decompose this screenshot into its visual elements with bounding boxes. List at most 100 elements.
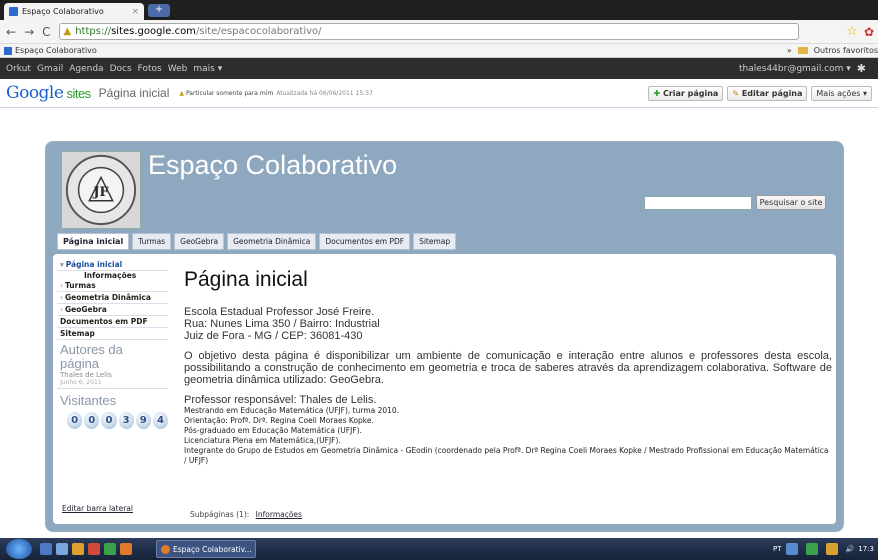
nav-tab-home[interactable]: Página inicial (57, 233, 130, 250)
counter-digit: 3 (118, 412, 134, 429)
main-content: Página inicial Escola Estadual Professor… (184, 268, 832, 466)
close-tab-icon[interactable]: × (131, 7, 139, 17)
nav-tab-sitemap[interactable]: Sitemap (413, 233, 457, 250)
gbar-link-docs[interactable]: Docs (110, 64, 132, 74)
browser-tabstrip: Espaço Colaborativo × + (0, 0, 878, 20)
nav-tab-geometria[interactable]: Geometria Dinâmica (227, 233, 317, 250)
clock[interactable]: 17:3 (858, 545, 874, 553)
site-title[interactable]: Espaço Colaborativo (148, 150, 397, 181)
system-tray: PT 🔊 17:3 (773, 543, 878, 555)
nav-tab-geogebra[interactable]: GeoGebra (174, 233, 225, 250)
address-line: Juiz de Fora - MG / CEP: 36081-430 (184, 330, 363, 342)
site-search-button[interactable]: Pesquisar o site (756, 195, 826, 210)
folder-icon (797, 47, 808, 54)
bookmark-star-icon[interactable]: ☆ (846, 24, 858, 39)
bookmarks-overflow-icon[interactable]: » (787, 46, 792, 55)
reload-icon[interactable]: C (42, 25, 50, 39)
nav-tab-documentos[interactable]: Documentos em PDF (319, 233, 411, 250)
divider (57, 388, 168, 389)
chrome-icon (161, 544, 170, 554)
chevron-right-icon: › (60, 281, 63, 290)
visitor-counter: 0 0 0 3 9 4 (57, 408, 169, 429)
gbar-link-gmail[interactable]: Gmail (37, 64, 63, 74)
counter-digit: 9 (135, 412, 151, 429)
taskbar-task-browser[interactable]: Espaço Colaborativ... (156, 540, 256, 558)
responsible-line: Professor responsável: Thales de Lelis. (184, 394, 377, 406)
sidebar: ▾ Página inicial Informações › Turmas › Geo… (57, 259, 169, 521)
subpage-link[interactable]: Informações (256, 510, 302, 519)
site-nav: Página inicial Turmas GeoGebra Geometria… (57, 233, 457, 250)
counter-digit: 4 (152, 412, 169, 429)
pencil-icon: ✎ (732, 88, 740, 98)
url-path: /site/espacocolaborativo/ (195, 26, 322, 37)
url-prefix: https:// (75, 26, 112, 37)
language-indicator[interactable]: PT (773, 545, 782, 553)
credential-line: Licenciatura Plena em Matemática,(UFJF). (184, 436, 341, 445)
address-bar[interactable]: ▲ https:// sites.google.com /site/espaco… (58, 23, 799, 40)
sidebar-item-turmas[interactable]: › Turmas (57, 280, 168, 292)
bookmark-item[interactable]: Espaço Colaborativo (15, 46, 97, 55)
chevron-right-icon: › (60, 293, 63, 302)
other-bookmarks[interactable]: Outros favoritos (814, 46, 878, 55)
credential-line: Pós-graduado em Educação Matemática (UFJ… (184, 426, 362, 435)
back-icon[interactable]: ← (6, 25, 16, 39)
sidebar-item-informacoes[interactable]: Informações (57, 271, 168, 280)
subpages-label: Subpáginas (1): (190, 510, 250, 519)
school-logo[interactable]: JF (61, 151, 141, 229)
sidebar-item-geometria[interactable]: › Geometria Dinâmica (57, 292, 168, 304)
author-name[interactable]: Thales de Lelis (57, 371, 168, 379)
volume-icon[interactable]: 🔊 (846, 545, 855, 553)
sidebar-item-home[interactable]: ▾ Página inicial (57, 259, 168, 271)
gbar-link-agenda[interactable]: Agenda (69, 64, 103, 74)
forward-icon[interactable]: → (24, 25, 34, 39)
authors-heading: Autores da página (60, 342, 123, 371)
privacy-status[interactable]: ▲ Particular somente para mim (179, 90, 273, 97)
create-page-button[interactable]: ✚ Criar página (648, 85, 724, 101)
more-actions-button[interactable]: Mais ações ▾ (811, 85, 872, 101)
desktop-icon[interactable] (40, 543, 52, 555)
google-sites-logo[interactable]: Google sites (6, 83, 91, 103)
gbar-link-web[interactable]: Web (168, 64, 188, 74)
sidebar-item-geogebra[interactable]: › GeoGebra (57, 304, 168, 316)
edit-page-button[interactable]: ✎ Editar página (727, 85, 808, 101)
tray-icon[interactable] (785, 543, 798, 555)
credential-line: Orientação: Profª. Drª. Regina Coeli Mor… (184, 416, 374, 425)
tab-title: Espaço Colaborativo (22, 7, 104, 16)
lock-icon: ▲ (63, 26, 72, 37)
tray-icon[interactable] (805, 543, 818, 555)
windows-taskbar: Espaço Colaborativ... PT 🔊 17:3 (0, 538, 878, 560)
nav-tab-turmas[interactable]: Turmas (132, 233, 172, 250)
address-line: Rua: Nunes Lima 350 / Bairro: Industrial (184, 318, 380, 330)
chrome-icon[interactable] (120, 543, 132, 555)
tray-icon[interactable] (825, 543, 838, 555)
visitors-heading: Visitantes (60, 393, 117, 408)
extension-icon[interactable]: ✿ (864, 25, 874, 39)
user-account[interactable]: thales44br@gmail.com ▾ (739, 64, 851, 74)
plus-icon: ✚ (653, 88, 661, 98)
chevron-down-icon: ▾ (60, 260, 64, 269)
counter-digit: 0 (67, 412, 83, 429)
objective-paragraph: O objetivo desta página é disponibilizar… (184, 350, 832, 386)
explorer-icon[interactable] (56, 543, 68, 555)
gear-icon[interactable]: ✱ (857, 62, 866, 75)
url-host: sites.google.com (111, 26, 196, 37)
sidebar-item-sitemap[interactable]: Sitemap (57, 328, 168, 340)
gbar-link-fotos[interactable]: Fotos (138, 64, 162, 74)
school-seal-icon: JF (65, 154, 137, 226)
gbar-link-orkut[interactable]: Orkut (6, 64, 31, 74)
page-title: Página inicial (184, 268, 308, 291)
app-icon[interactable] (88, 543, 100, 555)
site-favicon-icon (9, 7, 18, 16)
sites-header: Google sites Página inicial ▲ Particular … (0, 79, 878, 108)
start-button[interactable] (6, 539, 32, 559)
sidebar-item-documentos[interactable]: Documentos em PDF (57, 316, 168, 328)
app-icon[interactable] (104, 543, 116, 555)
svg-text:JF: JF (93, 184, 109, 199)
edit-sidebar-link[interactable]: Editar barra lateral (62, 504, 133, 513)
folder-icon[interactable] (72, 543, 84, 555)
new-tab-button[interactable]: + (148, 4, 170, 17)
page-name: Página inicial (98, 86, 170, 100)
gbar-link-more[interactable]: mais ▾ (193, 64, 222, 74)
site-search-input[interactable] (644, 196, 752, 210)
browser-tab[interactable]: Espaço Colaborativo × (4, 3, 144, 20)
